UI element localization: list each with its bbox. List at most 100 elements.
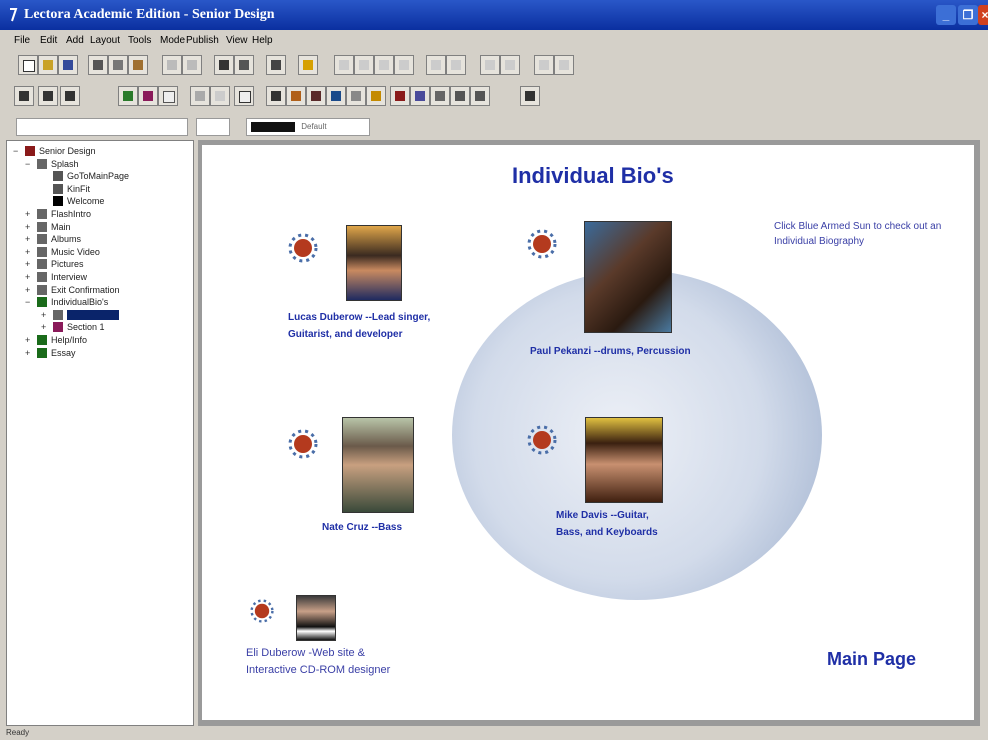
photo-lucas xyxy=(346,225,402,301)
window-title: Lectora Academic Edition - Senior Design xyxy=(24,7,275,22)
expand-toggle[interactable]: + xyxy=(41,321,49,333)
menu-tools[interactable]: Tools xyxy=(128,35,151,46)
align-center-button[interactable] xyxy=(354,55,374,75)
center-vertical-button[interactable] xyxy=(554,55,574,75)
expand-toggle[interactable]: + xyxy=(25,347,33,359)
add-question-button[interactable] xyxy=(210,86,230,106)
sun-icon[interactable] xyxy=(288,429,318,459)
align-right-button[interactable] xyxy=(374,55,394,75)
sun-icon[interactable] xyxy=(527,229,557,259)
bio-caption-eli: Eli Duberow -Web site & Interactive CD-R… xyxy=(246,647,391,676)
sun-icon[interactable] xyxy=(527,425,557,455)
align-bottom-button[interactable] xyxy=(446,55,466,75)
redo-button[interactable] xyxy=(182,55,202,75)
tree-node-label: Help/Info xyxy=(51,335,88,345)
expand-toggle[interactable]: + xyxy=(25,233,33,245)
size-width-button[interactable] xyxy=(480,55,500,75)
open-button[interactable] xyxy=(38,55,58,75)
mode-edit-button[interactable] xyxy=(14,86,34,106)
add-list-button[interactable] xyxy=(430,86,450,106)
menu-publish[interactable]: Publish xyxy=(186,35,219,46)
expand-toggle[interactable]: + xyxy=(25,271,33,283)
add-frame-button[interactable] xyxy=(234,86,254,106)
style-combo[interactable] xyxy=(16,118,188,136)
menu-mode[interactable]: Mode xyxy=(160,35,185,46)
undo-button[interactable] xyxy=(162,55,182,75)
align-middle-button[interactable] xyxy=(426,55,446,75)
save-button[interactable] xyxy=(58,55,78,75)
expand-toggle[interactable]: − xyxy=(25,158,33,170)
expand-toggle[interactable]: + xyxy=(41,309,49,321)
expand-toggle[interactable]: + xyxy=(25,284,33,296)
add-button-button[interactable] xyxy=(390,86,410,106)
menu-add[interactable]: Add xyxy=(66,35,84,46)
add-chapter-button[interactable] xyxy=(118,86,138,106)
tree-node-label: Interview xyxy=(51,272,88,282)
add-test-button[interactable] xyxy=(190,86,210,106)
tree-node-label: IndividualBio's xyxy=(51,297,109,308)
bio-caption-nate: Nate Cruz --Bass xyxy=(322,522,403,533)
expand-toggle[interactable]: + xyxy=(25,246,33,258)
menu-file[interactable]: File xyxy=(14,35,30,46)
help-button[interactable] xyxy=(298,55,318,75)
align-left-button[interactable] xyxy=(334,55,354,75)
add-shape-button[interactable] xyxy=(346,86,366,106)
tree-node-label: FlashIntro xyxy=(51,209,92,219)
bio-caption-mike: Mike Davis --Guitar, Bass, and Keyboards xyxy=(556,510,658,538)
page-icon xyxy=(37,246,47,257)
copy-button[interactable] xyxy=(108,55,128,75)
publish-button[interactable] xyxy=(520,86,540,106)
expand-toggle[interactable]: + xyxy=(25,221,33,233)
font-combo[interactable]: Default xyxy=(246,118,370,136)
main-page-link[interactable]: Main Page xyxy=(827,649,916,670)
expand-toggle[interactable]: + xyxy=(25,258,33,270)
new-button[interactable] xyxy=(18,55,38,75)
cut-button[interactable] xyxy=(88,55,108,75)
sun-icon[interactable] xyxy=(288,233,318,263)
menu-help[interactable]: Help xyxy=(252,35,273,46)
add-action-button[interactable] xyxy=(366,86,386,106)
add-text-button[interactable] xyxy=(266,86,286,106)
align-top-button[interactable] xyxy=(394,55,414,75)
menu-view[interactable]: View xyxy=(226,35,248,46)
close-button[interactable]: × xyxy=(978,5,988,25)
add-animation-button[interactable] xyxy=(306,86,326,106)
text-icon xyxy=(53,196,63,207)
add-video-button[interactable] xyxy=(326,86,346,106)
title-explorer-tree[interactable]: − Senior Design − Splash GoToMainPage KinFit W… xyxy=(6,140,194,726)
mode-run-button[interactable] xyxy=(38,86,58,106)
add-form-button[interactable] xyxy=(450,86,470,106)
find-button[interactable] xyxy=(214,55,234,75)
minimize-button[interactable]: _ xyxy=(936,5,956,25)
print-button[interactable] xyxy=(266,55,286,75)
add-table-button[interactable] xyxy=(470,86,490,106)
size-height-button[interactable] xyxy=(500,55,520,75)
photo-nate xyxy=(342,417,414,513)
sun-icon[interactable] xyxy=(250,599,274,623)
bio-caption-paul: Paul Pekanzi --drums, Percussion xyxy=(530,346,691,357)
button-icon xyxy=(53,171,63,182)
add-section-button[interactable] xyxy=(138,86,158,106)
add-image-button[interactable] xyxy=(286,86,306,106)
page-title: Individual Bio's xyxy=(512,163,674,188)
instruction-text: Click Blue Armed Sun to check out an Ind… xyxy=(774,221,942,247)
expand-toggle[interactable]: + xyxy=(25,208,33,220)
page-icon xyxy=(37,209,47,219)
tree-node-label: Main xyxy=(51,221,71,232)
tree-node-label: Music Video xyxy=(51,246,100,257)
menu-layout[interactable]: Layout xyxy=(90,35,120,46)
chapter-icon xyxy=(37,347,47,358)
menu-edit[interactable]: Edit xyxy=(40,35,57,46)
mode-preview-button[interactable] xyxy=(60,86,80,106)
center-horizontal-button[interactable] xyxy=(534,55,554,75)
add-page-button[interactable] xyxy=(158,86,178,106)
add-audio-button[interactable] xyxy=(410,86,430,106)
replace-button[interactable] xyxy=(234,55,254,75)
expand-toggle[interactable]: + xyxy=(25,334,33,346)
expand-toggle[interactable]: − xyxy=(13,145,21,157)
paste-button[interactable] xyxy=(128,55,148,75)
expand-toggle[interactable]: − xyxy=(25,296,33,308)
tree-node-label: Senior Design xyxy=(39,146,96,156)
restore-button[interactable]: ❐ xyxy=(958,5,978,25)
size-combo[interactable] xyxy=(196,118,230,136)
